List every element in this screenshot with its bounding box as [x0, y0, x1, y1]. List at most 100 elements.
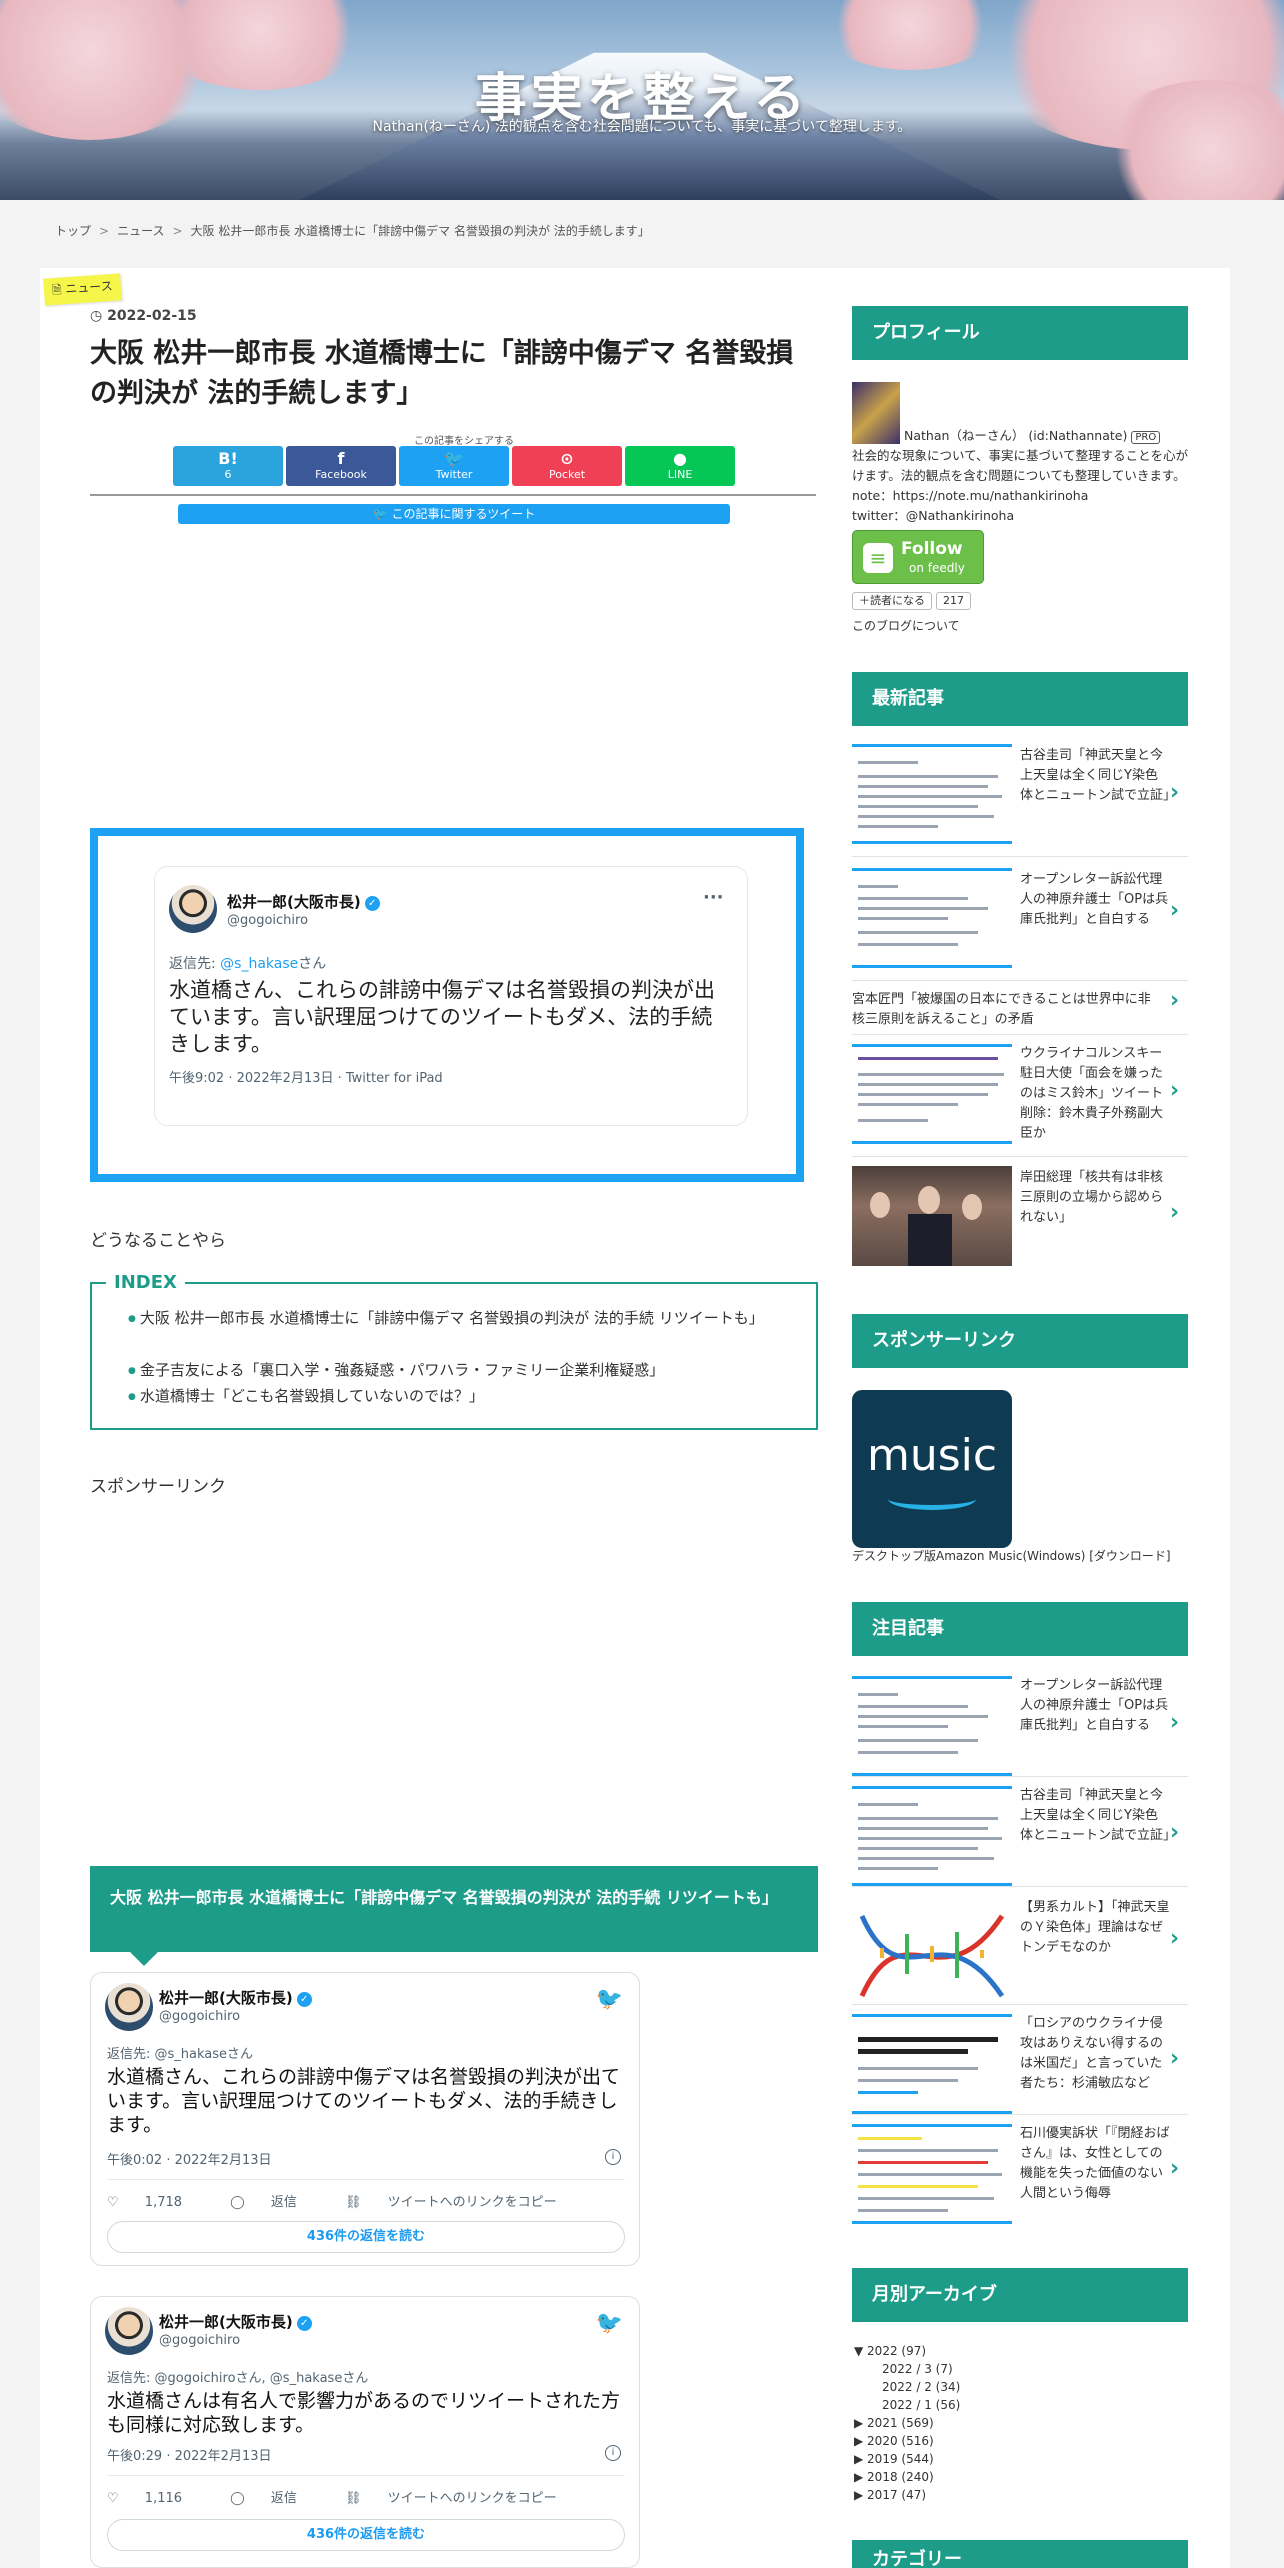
featured-heading: 注目記事	[852, 1602, 1188, 1656]
tweet-text: 水道橋さん、これらの誹謗中傷デマは名誉毀損の判決が出ています。言い訳理屈つけての…	[169, 978, 715, 1056]
feedly-follow-button[interactable]: ≡ Follow on feedly	[852, 530, 984, 584]
amazon-smile-icon	[888, 1488, 976, 1510]
article-thumbnail[interactable]	[852, 2124, 1012, 2224]
twitter-share-button[interactable]: 🐦 Twitter	[399, 446, 509, 486]
reply-button[interactable]: ◯ 返信	[230, 2491, 319, 2506]
clock-icon: ◷	[90, 308, 103, 324]
featured-article-link[interactable]: 「ロシアのウクライナ侵攻はありえない得するのは米国だ」と言っていた者たち：杉浦敏…	[1020, 2014, 1170, 2094]
recent-article-link[interactable]: オープンレター訴訟代理人の神原弁護士「OPは兵庫氏批判」と自白する	[1020, 870, 1170, 930]
archive-item[interactable]: ▶ 2017 (47)	[854, 2488, 926, 2502]
intro-text: どうなることやら	[90, 1231, 226, 1251]
archive-item[interactable]: 2022 / 3 (7)	[882, 2362, 953, 2376]
related-tweets-button[interactable]: 🐦 この記事に関するツイート	[178, 504, 730, 524]
toc-item[interactable]: 金子吉友による「裏口入学・強姦疑惑・パワハラ・ファミリー企業利権疑惑」	[128, 1358, 664, 1383]
chevron-right-icon: ›	[1170, 898, 1180, 923]
amazon-music-image[interactable]: music	[852, 1390, 1012, 1548]
divider	[852, 2114, 1188, 2115]
featured-article-link[interactable]: 【男系カルト】「神武天皇のＹ染色体」理論はなぜトンデモなのか	[1020, 1898, 1170, 1958]
tweet-meta[interactable]: 午後0:02 · 2022年2月13日	[107, 2149, 272, 2168]
category-label: ニュース	[64, 278, 114, 297]
twitter-bird-icon[interactable]: 🐦	[596, 1987, 623, 2012]
chevron-right-icon: ›	[1170, 2156, 1180, 2181]
article-thumbnail[interactable]	[852, 1676, 1012, 1776]
archive-item[interactable]: ▼ 2022 (97)	[854, 2344, 926, 2358]
divider	[852, 2004, 1188, 2005]
read-replies-button[interactable]: 436件の返信を読む	[107, 2519, 625, 2551]
recent-article-link[interactable]: 岸田総理「核共有は非核三原則の立場から認められない」	[1020, 1168, 1170, 1228]
twitter-icon: 🐦	[444, 449, 464, 468]
toc-item[interactable]: 水道橋博士「どこも名誉毀損していないのでは？」	[128, 1384, 484, 1409]
author-name: 松井一郎(大阪市長)	[227, 893, 361, 911]
reply-button[interactable]: ◯ 返信	[230, 2195, 319, 2210]
twitter-bird-icon[interactable]: 🐦	[596, 2311, 623, 2336]
profile-heading: プロフィール	[852, 306, 1188, 360]
archive-item[interactable]: ▶ 2020 (516)	[854, 2434, 934, 2448]
archive-heading: 月別アーカイブ	[852, 2268, 1188, 2322]
archive-item[interactable]: ▶ 2018 (240)	[854, 2470, 934, 2484]
info-icon[interactable]: i	[605, 2149, 621, 2165]
copy-link-button[interactable]: ⛓ ツイートへのリンクをコピー	[345, 2195, 579, 2210]
tweet-reply-to[interactable]: 返信先: @s_hakaseさん	[107, 2043, 253, 2062]
recent-article-link[interactable]: 宮本匠門「被爆国の日本にできることは世界中に非核三原則を訴えること」の矛盾	[852, 990, 1162, 1030]
post-title: 大阪 松井一郎市長 水道橋博士に「誹謗中傷デマ 名誉毀損の判決が 法的手続します…	[90, 338, 794, 409]
tweet-reply-to[interactable]: 返信先: @gogoichiroさん, @s_hakaseさん	[107, 2367, 368, 2386]
site-header: 事実を整える Nathan(ねーさん) 法的観点を含む社会問題についても、事実に…	[0, 0, 1284, 200]
info-icon[interactable]: i	[605, 2445, 621, 2461]
chevron-right-icon: ›	[1170, 1710, 1180, 1735]
breadcrumb-item[interactable]: ニュース	[117, 224, 164, 238]
feedly-icon: ≡	[863, 543, 893, 573]
article-thumbnail-photo[interactable]	[852, 1166, 1012, 1266]
recent-article-link[interactable]: ウクライナコルンスキー駐日大使「面会を嫌ったのはミス鈴木」ツイート削除：鈴木貴子…	[1020, 1044, 1170, 1144]
facebook-share-button[interactable]: f Facebook	[286, 446, 396, 486]
featured-article-link[interactable]: オープンレター訴訟代理人の神原弁護士「OPは兵庫氏批判」と自白する	[1020, 1676, 1170, 1736]
hatena-share-button[interactable]: B! 6	[173, 446, 283, 486]
section-heading: 大阪 松井一郎市長 水道橋博士に「誹謗中傷デマ 名誉毀損の判決が 法的手続 リツ…	[90, 1866, 818, 1966]
read-replies-button[interactable]: 436件の返信を読む	[107, 2221, 625, 2253]
tweet-author[interactable]: 松井一郎(大阪市長) ✓	[159, 2311, 312, 2332]
toc-item[interactable]: 大阪 松井一郎市長 水道橋博士に「誹謗中傷デマ 名誉毀損の判決が 法的手続 リツ…	[128, 1306, 788, 1331]
category-badge[interactable]: 🗎 ニュース	[43, 273, 122, 306]
breadcrumb-item[interactable]: トップ	[55, 224, 91, 238]
line-share-button[interactable]: ● LINE	[625, 446, 735, 486]
divider	[852, 1776, 1188, 1777]
featured-article-link[interactable]: 古谷圭司「神武天皇と今上天皇は全く同じY染色体とニュートン試で立証」	[1020, 1786, 1176, 1846]
like-button[interactable]: ♡ 1,718	[107, 2195, 204, 2210]
dna-thumbnail[interactable]	[852, 1896, 1012, 2014]
archive-item[interactable]: ▶ 2021 (569)	[854, 2416, 934, 2430]
archive-item[interactable]: 2022 / 2 (34)	[882, 2380, 960, 2394]
site-subtitle: Nathan(ねーさん) 法的観点を含む社会問題についても、事実に基づいて整理し…	[372, 119, 912, 135]
tweet-meta[interactable]: 午後0:29 · 2022年2月13日	[107, 2445, 272, 2464]
archive-item[interactable]: 2022 / 1 (56)	[882, 2398, 960, 2412]
featured-article-link[interactable]: 石川優実訴状「『閉経おばさん』は、女性としての機能を失った価値のない人間という侮…	[1020, 2124, 1170, 2204]
copy-link-label: ツイートへのリンクをコピー	[387, 2195, 557, 2210]
article-thumbnail[interactable]	[852, 744, 1012, 844]
about-blog-link[interactable]: このブログについて	[852, 616, 960, 636]
avatar[interactable]	[105, 2307, 153, 2355]
archive-item[interactable]: ▶ 2019 (544)	[854, 2452, 934, 2466]
copy-link-button[interactable]: ⛓ ツイートへのリンクをコピー	[345, 2491, 579, 2506]
chevron-right-icon: ›	[1170, 1078, 1180, 1103]
profile-description: 社会的な現象について、事実に基づいて整理することを心がけます。法的観点を含む問題…	[852, 448, 1189, 483]
heart-icon: ♡	[107, 2195, 119, 2210]
profile-twitter-link[interactable]: twitter：@Nathankirinoha	[852, 506, 1014, 526]
article-thumbnail[interactable]	[852, 2014, 1012, 2114]
tweet-author: 松井一郎(大阪市長) ✓	[227, 891, 380, 912]
article-thumbnail[interactable]	[852, 868, 1012, 968]
profile-note-link[interactable]: note：https://note.mu/nathankirinoha	[852, 486, 1088, 506]
subscribe-button[interactable]: ＋読者になる	[852, 592, 932, 610]
recent-article-link[interactable]: 古谷圭司「神武天皇と今上天皇は全く同じY染色体とニュートン試で立証」	[1020, 746, 1176, 806]
article-thumbnail[interactable]	[852, 1786, 1012, 1886]
chevron-right-icon: ›	[1170, 988, 1180, 1013]
profile-name[interactable]: Nathan（ねーさん） (id:Nathannate) PRO	[904, 426, 1161, 448]
tweet-author[interactable]: 松井一郎(大阪市長) ✓	[159, 1987, 312, 2008]
tweet-handle[interactable]: @gogoichiro	[159, 2333, 240, 2348]
article-thumbnail[interactable]	[852, 1044, 1012, 1144]
pocket-share-button[interactable]: ⊙ Pocket	[512, 446, 622, 486]
avatar[interactable]	[105, 1983, 153, 2031]
like-button[interactable]: ♡ 1,116	[107, 2491, 204, 2506]
amazon-music-link[interactable]: デスクトップ版Amazon Music(Windows) [ダウンロード]	[852, 1546, 1171, 1566]
tweet-card: 松井一郎(大阪市長) ✓ @gogoichiro 🐦 返信先: @s_hakase…	[90, 1972, 640, 2266]
profile-avatar[interactable]	[852, 382, 900, 444]
tweet-handle[interactable]: @gogoichiro	[159, 2009, 240, 2024]
tweet-card: 松井一郎(大阪市長) ✓ @gogoichiro 🐦 返信先: @gogoichi…	[90, 2296, 640, 2568]
